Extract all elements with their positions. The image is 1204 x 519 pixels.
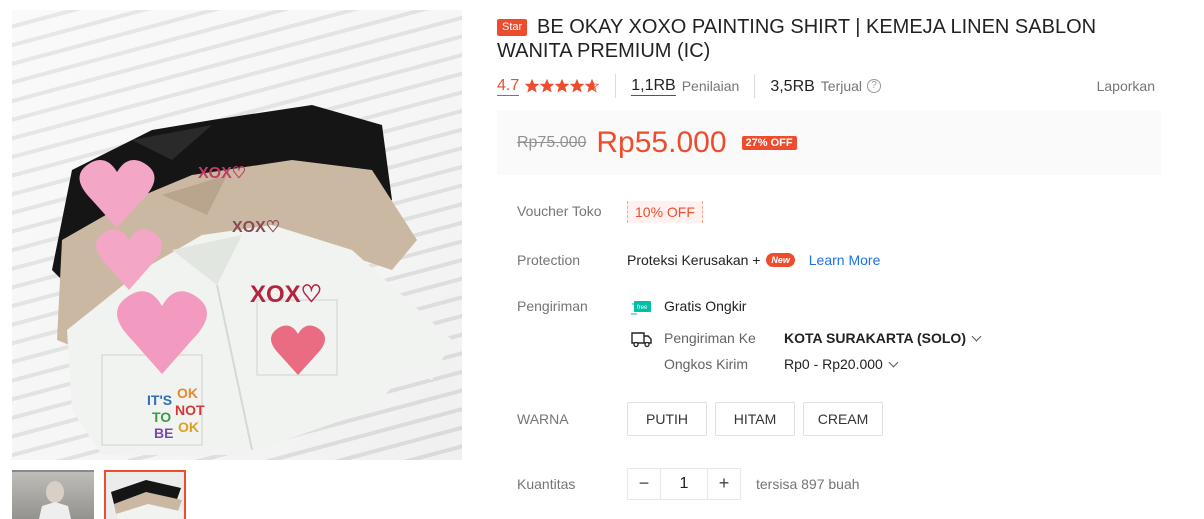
- thumbnail-shirts-image: [111, 480, 184, 519]
- rating-stars: [525, 79, 600, 93]
- discount-badge: 27% OFF: [741, 135, 797, 150]
- free-shipping-icon: free: [631, 301, 651, 315]
- star-icon: [555, 79, 570, 93]
- voucher-label: Voucher Toko: [517, 203, 602, 219]
- product-main-image[interactable]: XOX♡ XOX♡ XOX♡ IT'S OK TO NOT BE OK: [12, 10, 462, 460]
- protection-content: Proteksi Kerusakan + New Learn More: [627, 252, 880, 268]
- shirts-illustration: XOX♡ XOX♡ XOX♡ IT'S OK TO NOT BE OK: [52, 105, 452, 455]
- variant-option-hitam[interactable]: HITAM: [715, 402, 795, 436]
- svg-text:XOX♡: XOX♡: [250, 281, 322, 308]
- protection-label: Protection: [517, 252, 581, 268]
- shipping-destination-dropdown[interactable]: KOTA SURAKARTA (SOLO): [784, 330, 982, 346]
- shipping-cost-dropdown[interactable]: Rp0 - Rp20.000: [784, 356, 899, 372]
- help-icon[interactable]: ?: [867, 79, 882, 93]
- thumbnail-2-selected[interactable]: [104, 470, 186, 519]
- chevron-down-icon: [971, 331, 982, 342]
- star-icon: [540, 79, 555, 93]
- star-icon: [585, 79, 600, 93]
- rating-row: 4.7 1,1RB Penilaian 3,5RB Terjual ? Lapo…: [497, 74, 1161, 98]
- variant-option-cream[interactable]: CREAM: [803, 402, 883, 436]
- protection-text: Proteksi Kerusakan +: [627, 252, 761, 268]
- reviews-label: Penilaian: [681, 78, 740, 94]
- product-title: BE OKAY XOXO PAINTING SHIRT | KEMEJA LIN…: [497, 16, 1097, 62]
- svg-text:OK: OK: [178, 419, 199, 435]
- svg-text:OK: OK: [177, 385, 198, 401]
- chevron-down-icon: [888, 357, 899, 368]
- star-icon: [525, 79, 540, 93]
- increase-button[interactable]: +: [708, 469, 740, 499]
- shipping-label: Pengiriman: [517, 298, 588, 314]
- svg-text:TO: TO: [152, 409, 171, 425]
- price-box: Rp75.000 Rp55.000 27% OFF: [497, 110, 1161, 175]
- divider: [754, 74, 756, 98]
- shipping-cost: Rp0 - Rp20.000: [784, 356, 883, 372]
- reviews-count[interactable]: 1,1RB: [631, 76, 676, 96]
- free-shipping-text: Gratis Ongkir: [664, 298, 747, 314]
- variant-option-putih[interactable]: PUTIH: [627, 402, 707, 436]
- svg-text:IT'S: IT'S: [147, 392, 172, 408]
- thumbnail-1[interactable]: [12, 470, 94, 519]
- stock-remaining: tersisa 897 buah: [756, 476, 860, 492]
- current-price: Rp55.000: [596, 125, 727, 159]
- report-link[interactable]: Laporkan: [1097, 78, 1155, 94]
- svg-text:XOX♡: XOX♡: [232, 219, 280, 236]
- sold-count: 3,5RB: [770, 77, 815, 95]
- voucher-chip[interactable]: 10% OFF: [627, 201, 703, 223]
- thumbnail-model-image: [39, 481, 71, 519]
- truck-icon: [631, 332, 652, 348]
- shipping-to-label: Pengiriman Ke: [664, 330, 756, 346]
- sold-label: Terjual: [820, 78, 863, 94]
- svg-text:NOT: NOT: [175, 402, 205, 418]
- svg-text:XOX♡: XOX♡: [198, 165, 246, 182]
- shipping-cost-label: Ongkos Kirim: [664, 356, 749, 372]
- quantity-input[interactable]: 1: [660, 469, 708, 499]
- decrease-button[interactable]: −: [628, 469, 660, 499]
- quantity-stepper: − 1 +: [627, 468, 741, 500]
- svg-text:BE: BE: [154, 425, 173, 441]
- new-badge: New: [766, 253, 795, 267]
- star-icon: [570, 79, 585, 93]
- shipping-destination: KOTA SURAKARTA (SOLO): [784, 330, 966, 346]
- rating-value[interactable]: 4.7: [497, 76, 520, 96]
- learn-more-link[interactable]: Learn More: [809, 252, 881, 268]
- variant-label: WARNA: [517, 411, 569, 427]
- divider: [615, 74, 617, 98]
- svg-text:free: free: [637, 305, 648, 311]
- original-price: Rp75.000: [517, 133, 587, 151]
- quantity-label: Kuantitas: [517, 476, 576, 492]
